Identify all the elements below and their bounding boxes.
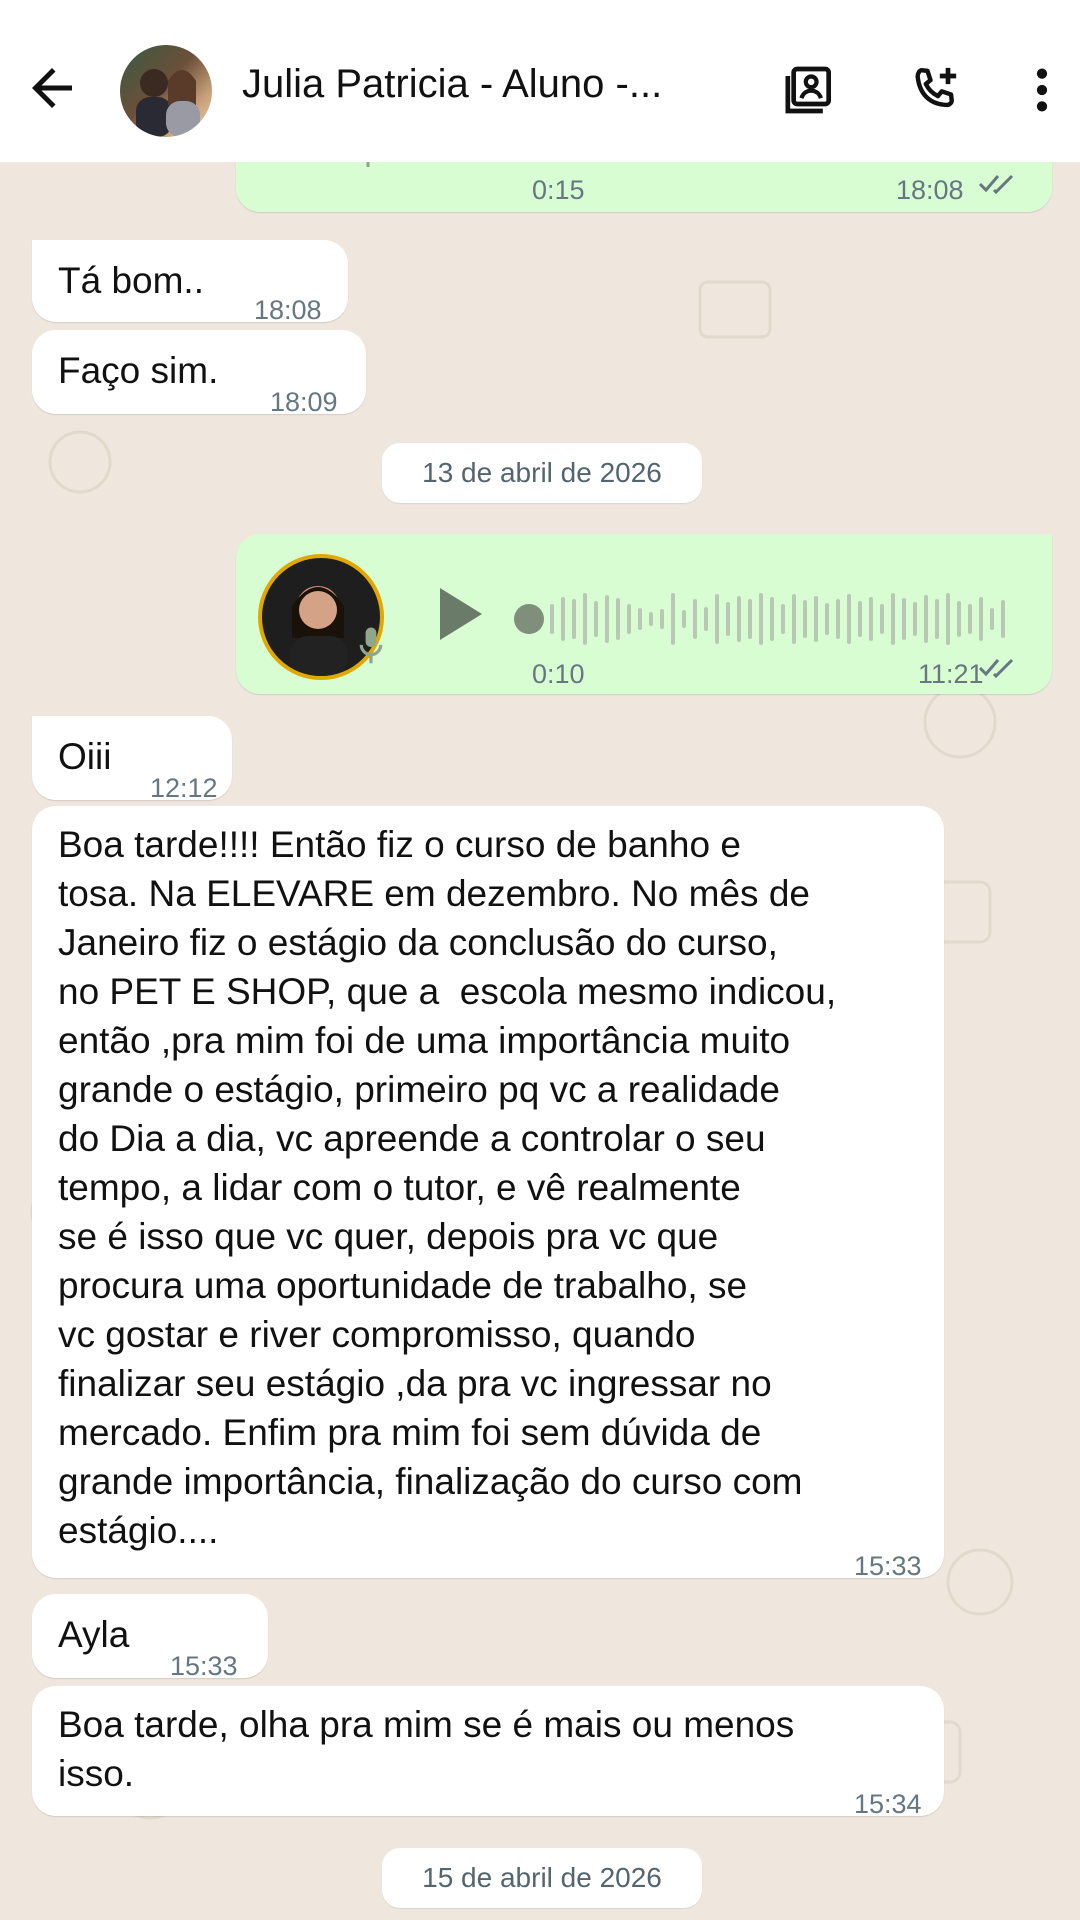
contact-name[interactable]: Julia Patricia - Aluno -... [242, 62, 722, 107]
message-line: vc gostar e river compromisso, quando [58, 1314, 696, 1355]
message-line: então ,pra mim foi de uma importância mu… [58, 1020, 791, 1061]
waveform-bar [583, 593, 587, 645]
waveform-bar [594, 601, 598, 637]
message-line: Boa tarde, olha pra mim se é mais ou men… [58, 1704, 795, 1745]
message-time: 15:34 [854, 1789, 922, 1819]
waveform-bar [935, 599, 939, 639]
waveform-bar [759, 593, 763, 645]
audio-message-outgoing[interactable]: 0:15 18:08 [236, 162, 1052, 212]
message-line: se é isso que vc quer, depois pra vc que [58, 1216, 719, 1257]
waveform-bar [957, 601, 961, 637]
waveform-bar [836, 599, 840, 639]
waveform-bar [880, 604, 884, 634]
chat-area[interactable]: 0:15 18:08 Tá bom.. 18:08 Faço sim. 18:0… [0, 162, 1080, 1920]
waveform-bar [638, 608, 642, 630]
waveform-bar [770, 597, 774, 641]
message-line: grande importância, finalização do curso… [58, 1461, 803, 1502]
waveform-bar [924, 595, 928, 643]
waveform-bar [693, 599, 697, 639]
waveform-bar [715, 594, 719, 644]
message-incoming[interactable]: Faço sim. 18:09 [32, 330, 366, 417]
waveform-bar [704, 607, 708, 631]
waveform-bar [792, 594, 796, 644]
message-line: isso. [58, 1753, 135, 1794]
message-line: grande o estágio, primeiro pq vc a reali… [58, 1069, 780, 1110]
waveform-bar [1001, 600, 1005, 638]
waveform-bar [572, 599, 576, 639]
message-time: 11:21 [918, 659, 984, 689]
message-text: Boa tarde!!!! Então fiz o curso de banho… [58, 820, 836, 1555]
message-line: Janeiro fiz o estágio da conclusão do cu… [58, 922, 778, 963]
waveform-bar [781, 604, 785, 634]
contact-card-icon[interactable] [782, 62, 838, 118]
waveform-bar [913, 602, 917, 636]
message-time: 18:08 [896, 175, 964, 205]
more-vert-icon[interactable] [1014, 62, 1070, 118]
waveform-bar [968, 604, 972, 634]
waveform-bar [605, 595, 609, 643]
message-time: 15:33 [170, 1651, 238, 1681]
message-incoming[interactable]: Boa tarde, olha pra mim se é mais ou men… [32, 1686, 944, 1819]
waveform-bar [847, 594, 851, 644]
waveform-bar [825, 603, 829, 635]
chat-header: Julia Patricia - Aluno -... [0, 0, 1080, 162]
waveform-bar [726, 602, 730, 636]
message-line: finalizar seu estágio ,da pra vc ingress… [58, 1363, 772, 1404]
double-check-icon [978, 174, 1014, 195]
waveform-bar [616, 598, 620, 640]
message-incoming[interactable]: Ayla 15:33 [32, 1594, 268, 1681]
contact-avatar[interactable] [120, 45, 212, 137]
date-separator: 15 de abril de 2026 [382, 1848, 702, 1908]
message-line: do Dia a dia, vc apreende a controlar o … [58, 1118, 766, 1159]
message-text: Tá bom.. [58, 260, 204, 301]
waveform-bar [803, 600, 807, 638]
audio-seek-thumb[interactable] [514, 604, 544, 634]
message-line: tosa. Na ELEVARE em dezembro. No mês de [58, 873, 810, 914]
message-line: tempo, a lidar com o tutor, e vê realmen… [58, 1167, 741, 1208]
add-call-icon[interactable] [906, 62, 962, 118]
message-time: 15:33 [854, 1551, 922, 1581]
message-text: Oiii [58, 736, 112, 777]
message-incoming[interactable]: Boa tarde!!!! Então fiz o curso de banho… [32, 806, 944, 1581]
message-time: 18:09 [270, 387, 338, 417]
date-separator: 13 de abril de 2026 [382, 443, 702, 503]
audio-duration: 0:15 [532, 175, 585, 205]
waveform-bar [869, 597, 873, 641]
message-line: Boa tarde!!!! Então fiz o curso de banho… [58, 824, 741, 865]
waveform-bar [671, 593, 675, 645]
waveform-bar [946, 593, 950, 645]
microphone-icon [366, 162, 370, 167]
waveform-bar [627, 604, 631, 634]
message-line: mercado. Enfim pra mim foi sem dúvida de [58, 1412, 762, 1453]
audio-message-outgoing[interactable]: 0:10 11:21 [236, 534, 1052, 694]
waveform-bar [902, 598, 906, 640]
waveform-bar [814, 596, 818, 642]
waveform-bar [858, 601, 862, 637]
message-incoming[interactable]: Oiii 12:12 [32, 716, 232, 803]
waveform-bar [561, 597, 565, 641]
message-text: Boa tarde, olha pra mim se é mais ou men… [58, 1700, 794, 1798]
waveform-bar [748, 599, 752, 639]
waveform-bar [660, 609, 664, 629]
waveform-bar [979, 597, 983, 641]
waveform-bar [649, 612, 653, 626]
message-time: 18:08 [254, 295, 322, 325]
double-check-icon [978, 658, 1014, 679]
waveform-bar [682, 610, 686, 628]
microphone-icon [359, 627, 383, 664]
message-line: estágio.... [58, 1510, 219, 1551]
audio-duration: 0:10 [532, 659, 585, 689]
message-text: Faço sim. [58, 350, 219, 391]
waveform-bar [891, 593, 895, 645]
waveform-bar [737, 596, 741, 642]
back-arrow-icon[interactable] [22, 58, 82, 118]
waveform-bar [550, 604, 554, 634]
waveform-bar [990, 608, 994, 630]
message-line: procura uma oportunidade de trabalho, se [58, 1265, 748, 1306]
message-line: no PET E SHOP, que a escola mesmo indico… [58, 971, 837, 1012]
play-icon[interactable] [436, 584, 486, 644]
message-incoming[interactable]: Tá bom.. 18:08 [32, 240, 348, 325]
message-text: Ayla [58, 1614, 130, 1655]
